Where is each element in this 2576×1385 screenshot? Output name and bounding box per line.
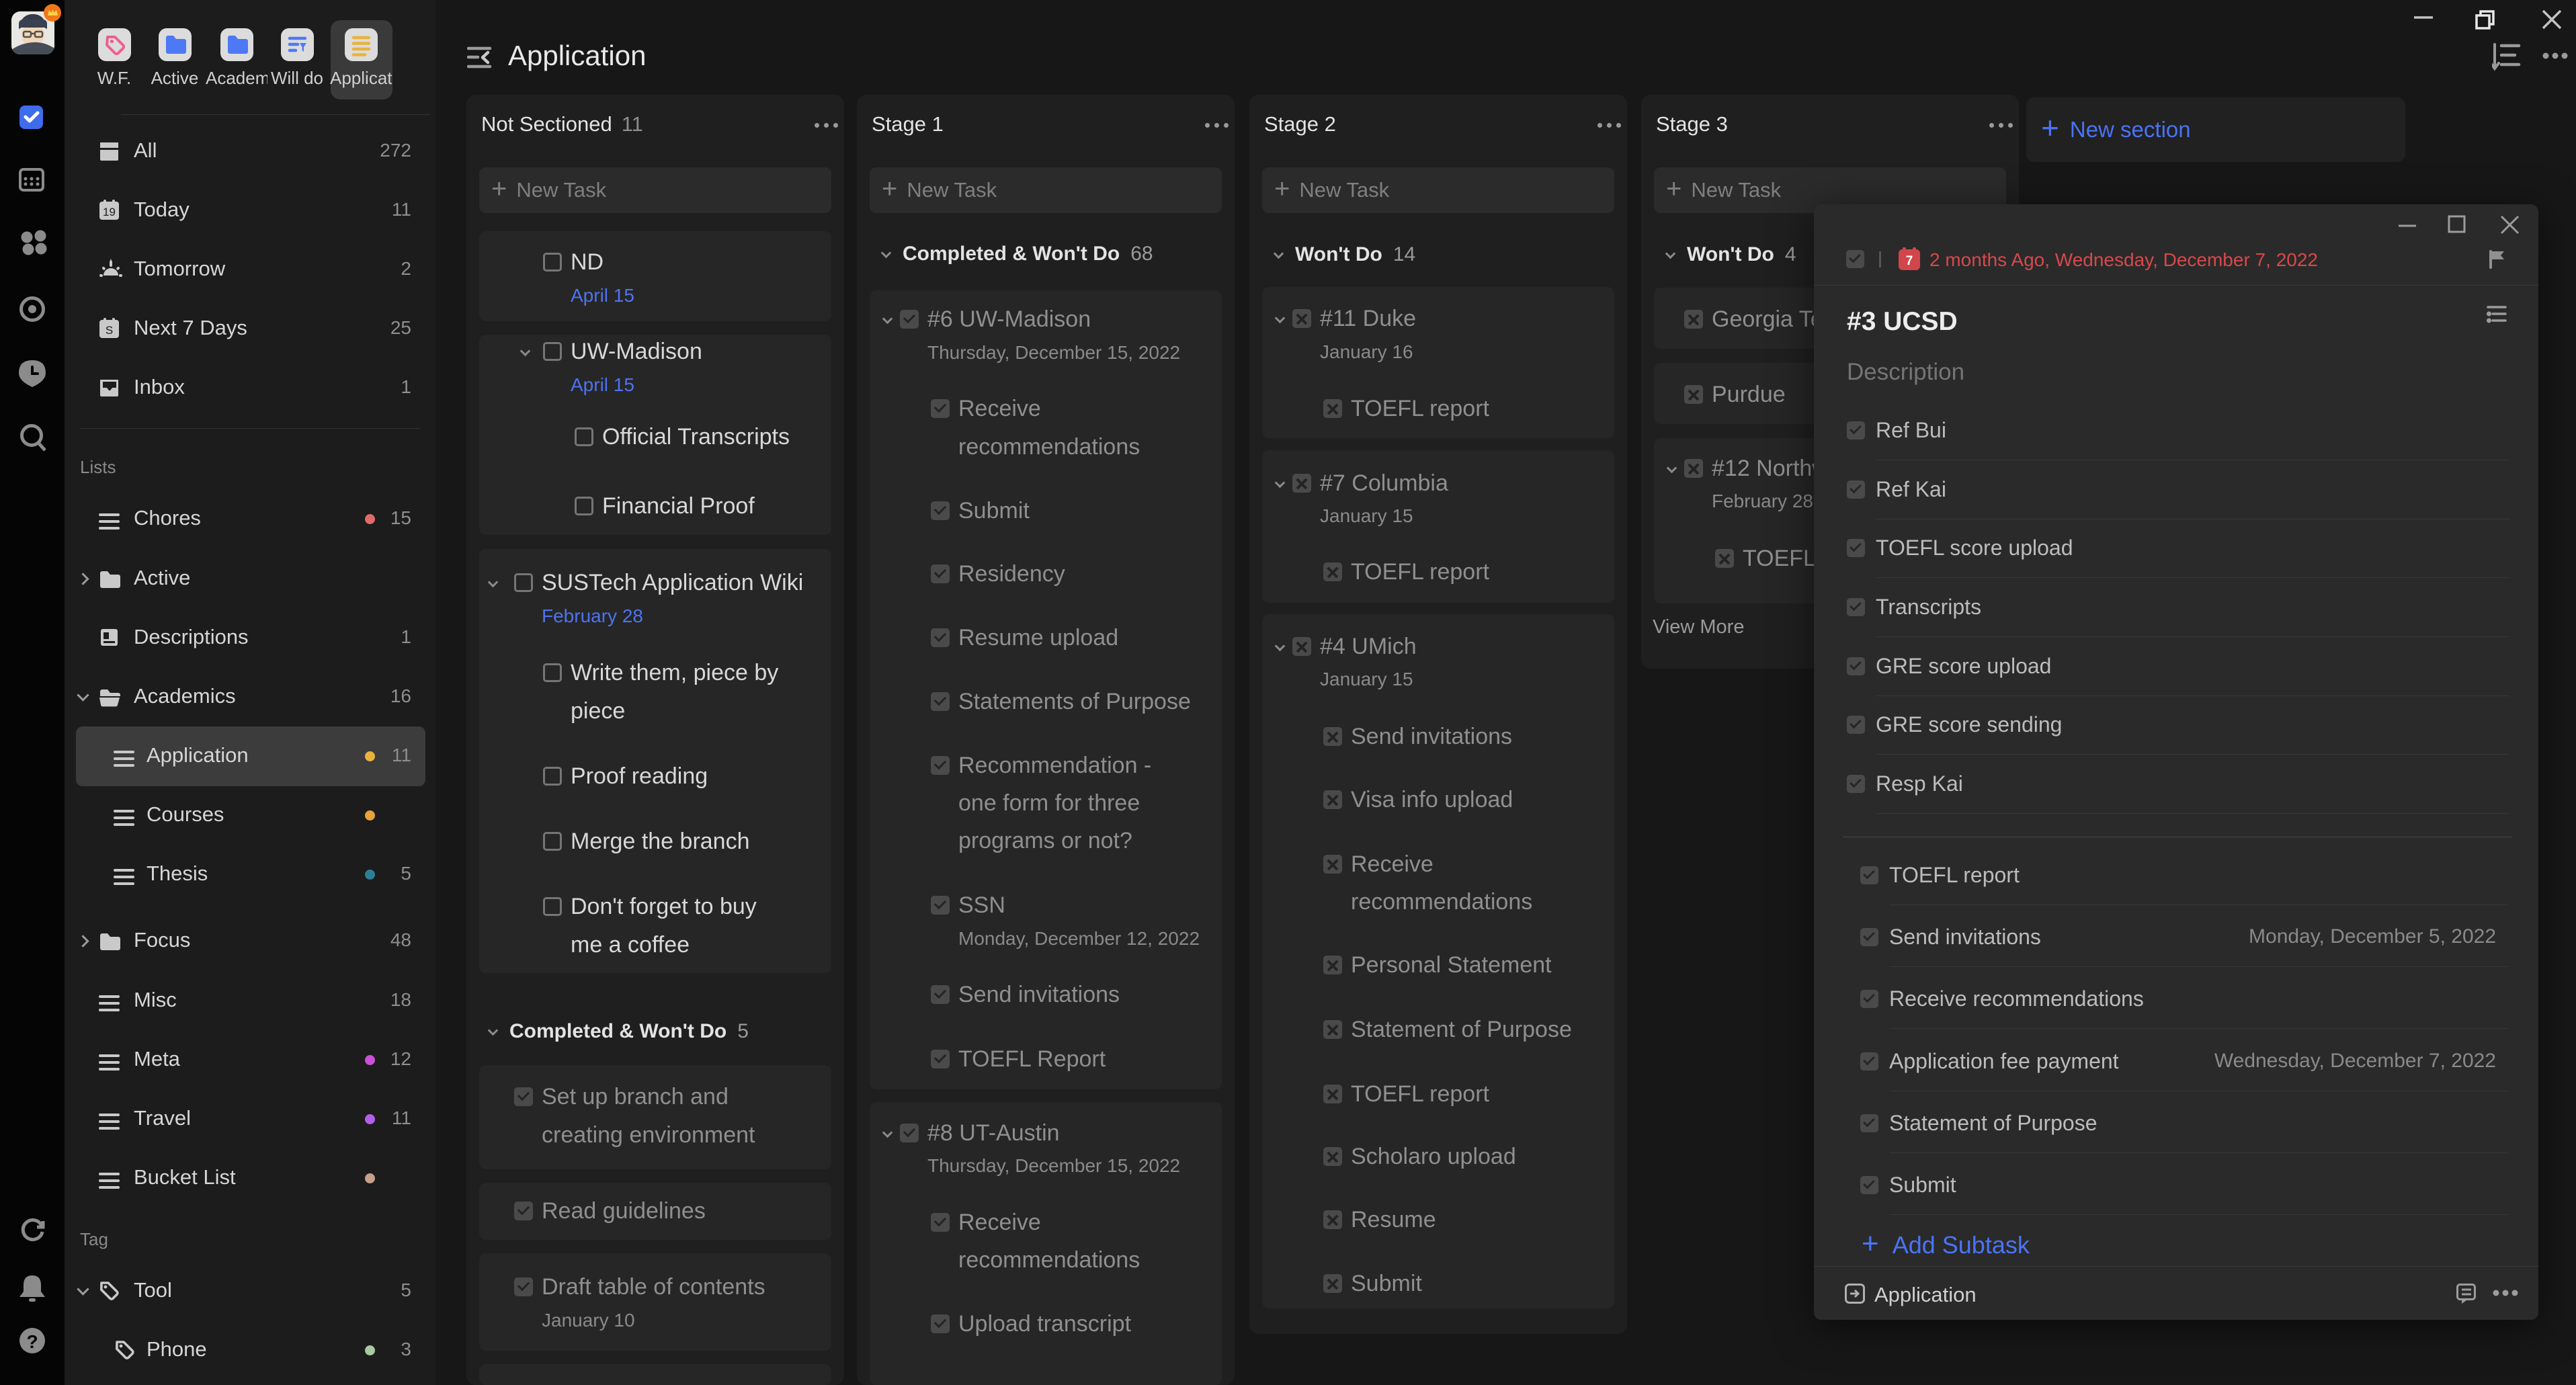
svg-text:19: 19 bbox=[103, 206, 116, 218]
svg-text:7: 7 bbox=[1906, 254, 1913, 268]
svg-text:?: ? bbox=[26, 1331, 38, 1352]
svg-text:S: S bbox=[106, 324, 113, 337]
